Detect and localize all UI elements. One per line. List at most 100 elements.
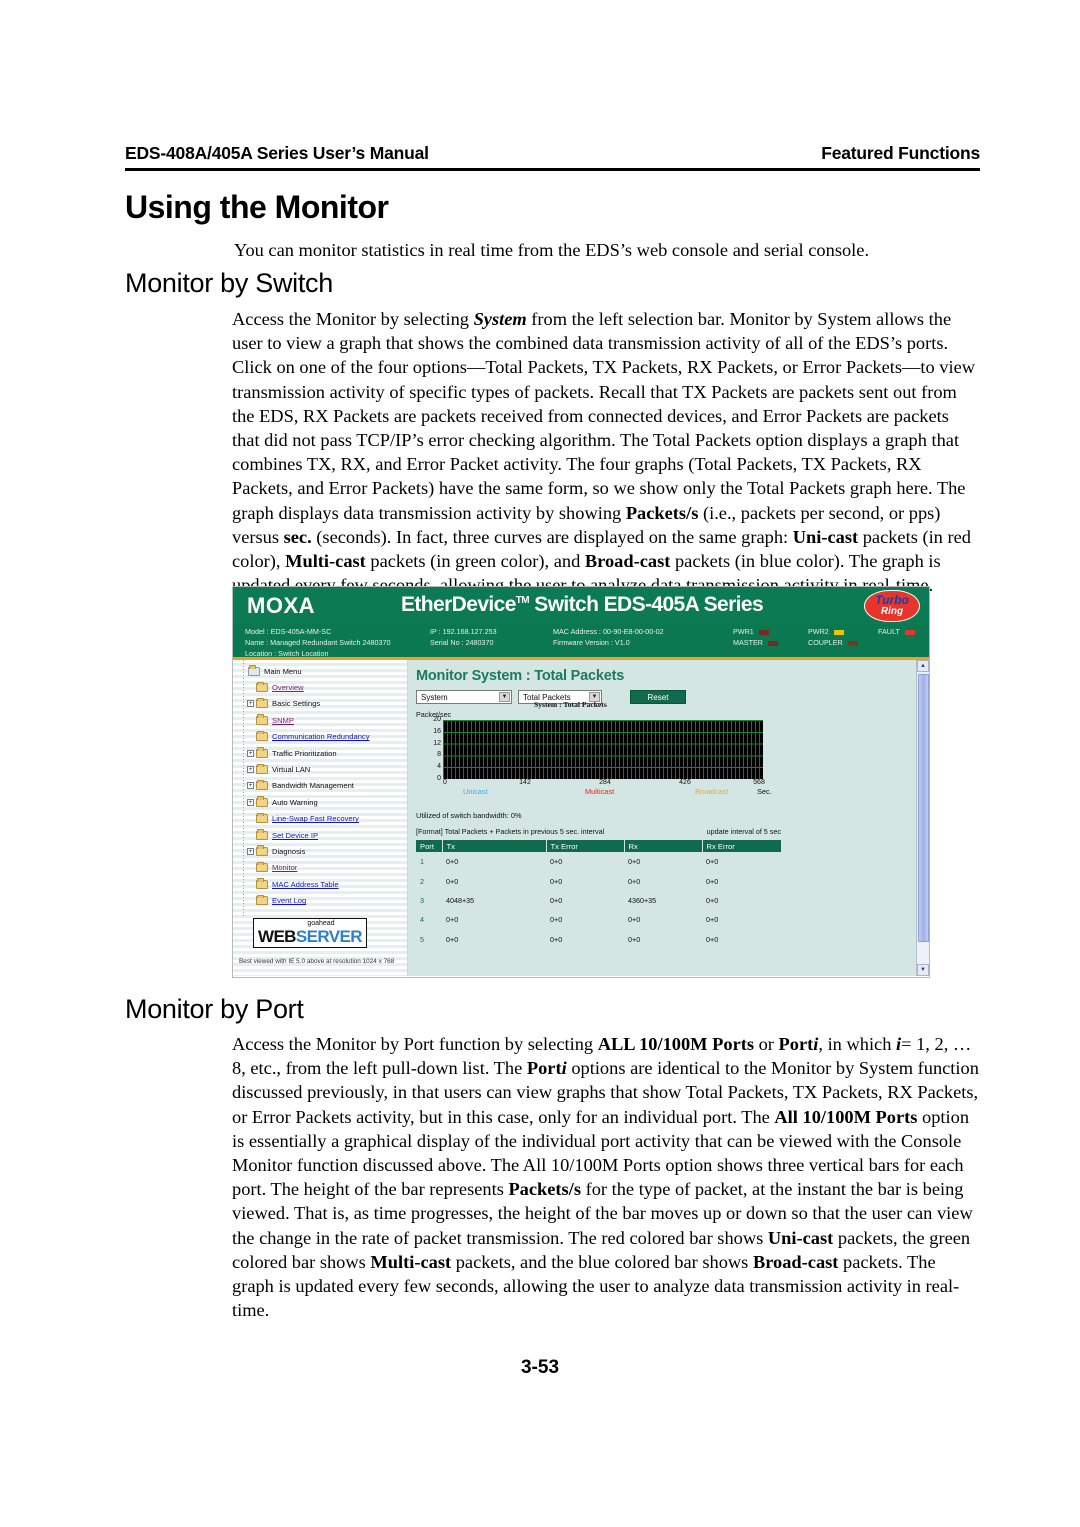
cell-port: 1 xyxy=(420,857,424,867)
col-header-port: Port xyxy=(416,840,443,852)
sidebar-item-line-swap-fast-recovery[interactable]: Line-Swap Fast Recovery xyxy=(233,811,407,827)
cell-tx: 0+0 xyxy=(446,876,459,886)
sidebar-item-set-device-ip[interactable]: Set Device IP xyxy=(233,827,407,843)
turbo-ring-bottom-text: Ring xyxy=(880,606,904,617)
sidebar-item-diagnosis[interactable]: + Diagnosis xyxy=(233,843,407,859)
sidebar-item-basic-settings[interactable]: + Basic Settings xyxy=(233,696,407,712)
expand-icon[interactable]: + xyxy=(247,766,254,774)
cell-rx-error: 0+0 xyxy=(706,857,719,867)
y-tick-8: 8 xyxy=(437,751,441,759)
chart-plot-area xyxy=(443,720,763,779)
sidebar-item-event-log[interactable]: Event Log xyxy=(233,892,407,908)
scope-select[interactable]: System ▼ xyxy=(416,690,512,704)
led-pwr2-indicator xyxy=(833,629,844,635)
scroll-up-icon[interactable]: ▲ xyxy=(917,660,929,672)
sidebar-item-communication-redundancy[interactable]: Communication Redundancy xyxy=(233,729,407,745)
col-header-tx: Tx xyxy=(442,840,547,852)
legend-multicast: Multicast xyxy=(585,787,615,796)
folder-icon xyxy=(256,878,268,889)
expand-icon[interactable]: + xyxy=(247,700,254,708)
table-format-notes: [Format] Total Packets + Packets in prev… xyxy=(416,827,781,837)
sidebar-item-event-log-label: Event Log xyxy=(272,896,307,906)
device-mac-value: 00-90-E8-00-00-02 xyxy=(602,627,664,636)
nav-root-main-menu[interactable]: Main Menu xyxy=(233,663,407,679)
chart-legend: Unicast Multicast Broadcast Sec. xyxy=(443,787,773,797)
led-fault: FAULT xyxy=(878,627,915,636)
x-tick-284: 284 xyxy=(599,779,611,786)
scroll-down-icon[interactable]: ▼ xyxy=(917,964,929,976)
sidebar-item-traffic-prioritization-label: Traffic Prioritization xyxy=(272,748,337,758)
monitor-by-port-paragraph: Access the Monitor by Port function by s… xyxy=(232,1034,979,1321)
y-tick-4: 4 xyxy=(437,763,441,771)
cell-tx-error: 0+0 xyxy=(550,934,563,944)
led-pwr2-label: PWR2 xyxy=(808,627,829,636)
sidebar-item-monitor[interactable]: Monitor xyxy=(233,860,407,876)
sidebar-item-communication-redundancy-label: Communication Redundancy xyxy=(272,732,370,742)
console-body: Main Menu Overview + Basic Settings SNMP xyxy=(233,660,929,976)
turbo-ring-logo: Turbo Ring xyxy=(864,588,920,624)
sidebar-item-bandwidth-management[interactable]: + Bandwidth Management xyxy=(233,778,407,794)
device-location: Location : Switch Location xyxy=(245,649,329,658)
sidebar-item-diagnosis-label: Diagnosis xyxy=(272,846,306,856)
folder-icon xyxy=(256,714,268,725)
sidebar-item-snmp[interactable]: SNMP xyxy=(233,712,407,728)
led-master: MASTER xyxy=(733,638,778,647)
monitor-controls: System ▼ Total Packets ▼ Reset xyxy=(416,690,929,704)
col-header-tx-error: Tx Error xyxy=(546,840,625,852)
device-mac: MAC Address : 00-90-E8-00-00-02 xyxy=(553,627,664,636)
led-fault-indicator xyxy=(904,629,915,635)
led-coupler: COUPLER xyxy=(808,638,858,647)
vertical-scrollbar[interactable]: ▲ ▼ xyxy=(916,660,929,976)
cell-rx: 0+0 xyxy=(628,876,641,886)
folder-icon xyxy=(256,697,268,709)
cell-rx: 0+0 xyxy=(628,857,641,867)
col-header-rx-error: Rx Error xyxy=(702,840,781,852)
sidebar-item-line-swap-fast-recovery-label: Line-Swap Fast Recovery xyxy=(272,814,359,824)
expand-icon[interactable]: + xyxy=(247,749,254,757)
cell-tx: 0+0 xyxy=(446,857,459,867)
y-tick-20: 20 xyxy=(433,716,441,723)
scope-select-value: System xyxy=(421,692,448,702)
cell-rx-error: 0+0 xyxy=(706,895,719,905)
y-tick-12: 12 xyxy=(433,739,441,747)
goahead-webserver-logo: goahead WEBSERVER xyxy=(253,918,367,948)
table-row: 2 0+0 0+0 0+0 0+0 xyxy=(416,871,781,890)
chevron-down-icon[interactable]: ▼ xyxy=(499,692,510,702)
sidebar-item-overview[interactable]: Overview xyxy=(233,679,407,695)
sidebar-item-virtual-lan[interactable]: + Virtual LAN xyxy=(233,761,407,777)
sidebar-item-snmp-label: SNMP xyxy=(272,715,294,725)
sidebar-item-auto-warning[interactable]: + Auto Warning xyxy=(233,794,407,810)
product-title-main: EtherDevice xyxy=(401,593,516,616)
led-pwr1: PWR1 xyxy=(733,627,769,636)
product-title-rest: Switch EDS-405A Series xyxy=(529,593,764,616)
cell-port: 3 xyxy=(420,895,424,905)
folder-icon xyxy=(256,779,268,791)
cell-tx: 0+0 xyxy=(446,915,459,925)
led-coupler-indicator xyxy=(847,640,858,646)
moxa-logo: MOXA xyxy=(247,592,315,618)
webserver-server-text: SERVER xyxy=(295,927,363,946)
folder-icon xyxy=(256,894,268,906)
monitor-content-pane: Monitor System : Total Packets System ▼ … xyxy=(408,660,929,976)
expand-icon[interactable]: + xyxy=(247,798,254,806)
expand-icon[interactable]: + xyxy=(247,782,254,790)
navigation-tree: Main Menu Overview + Basic Settings SNMP xyxy=(233,660,408,976)
running-head: EDS-408A/405A Series User’s Manual Featu… xyxy=(125,143,980,164)
sidebar-item-traffic-prioritization[interactable]: + Traffic Prioritization xyxy=(233,745,407,761)
product-title: EtherDeviceTM Switch EDS-405A Series xyxy=(401,593,764,617)
legend-broadcast: Broadcast xyxy=(695,787,729,796)
expand-icon[interactable]: + xyxy=(247,847,254,855)
legend-unicast: Unicast xyxy=(463,787,488,796)
cell-rx: 0+0 xyxy=(628,934,641,944)
monitor-page-title: Monitor System : Total Packets xyxy=(416,668,625,684)
led-pwr1-label: PWR1 xyxy=(733,627,754,636)
scrollbar-thumb[interactable] xyxy=(918,674,929,942)
sidebar-item-mac-address-table[interactable]: MAC Address Table xyxy=(233,876,407,892)
reset-button[interactable]: Reset xyxy=(630,690,686,704)
webserver-web-text: WEB xyxy=(258,927,296,946)
